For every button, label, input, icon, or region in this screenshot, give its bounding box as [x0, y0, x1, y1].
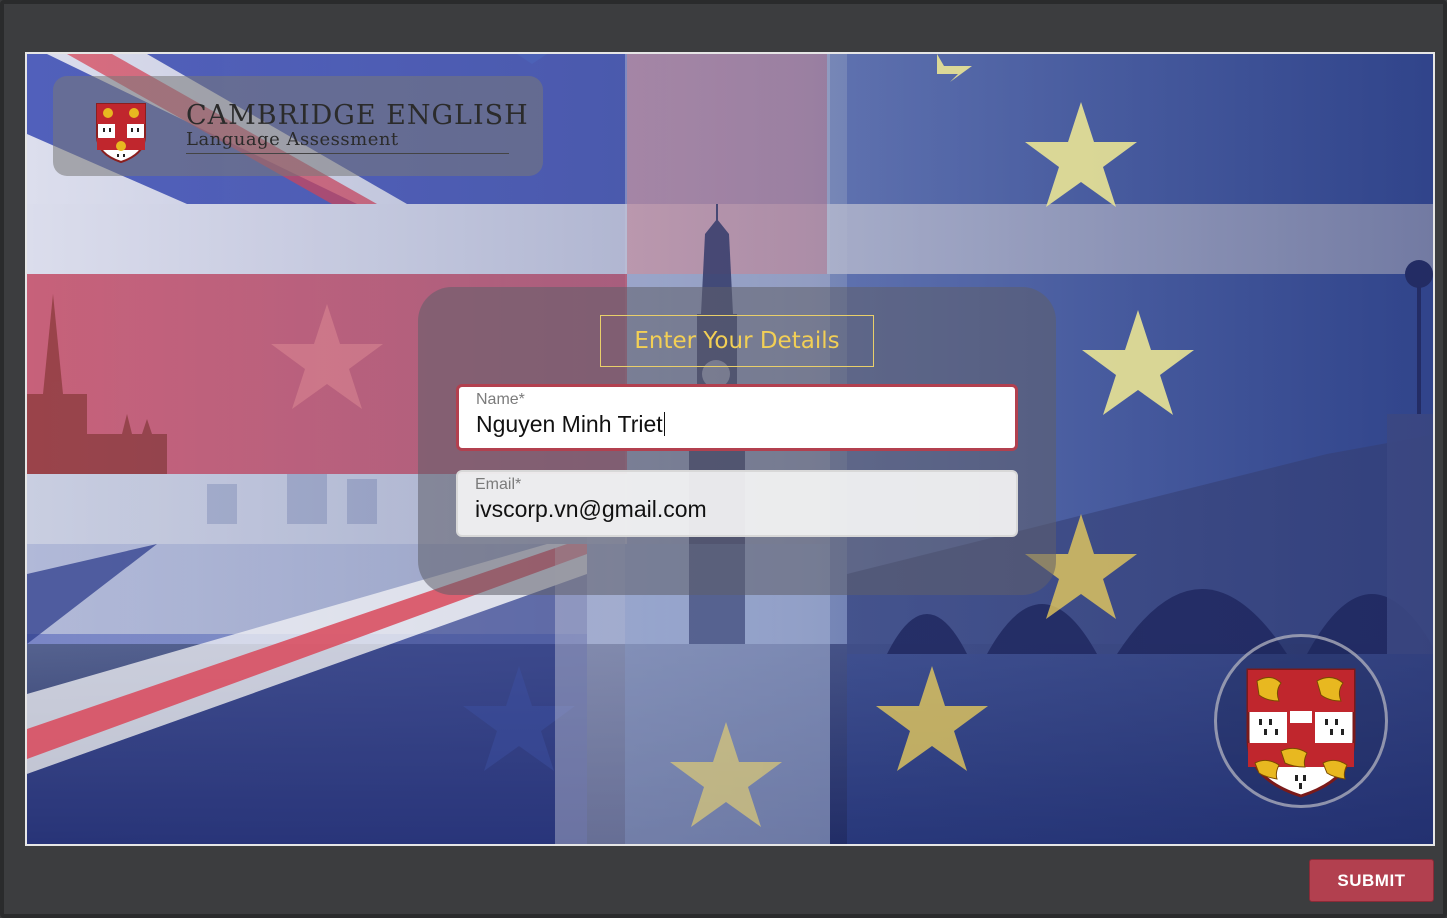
name-input-value: Nguyen Minh Triet — [476, 411, 663, 437]
cambridge-crest-icon — [1246, 668, 1356, 798]
email-field[interactable]: Email* ivscorp.vn@gmail.com — [456, 470, 1018, 537]
background-stage: CAMBRIDGE ENGLISH Language Assessment En… — [25, 52, 1435, 846]
app-window: CAMBRIDGE ENGLISH Language Assessment En… — [0, 0, 1447, 918]
brand-divider — [186, 153, 509, 154]
submit-button[interactable]: SUBMIT — [1309, 859, 1434, 902]
details-form: Enter Your Details Name* Nguyen Minh Tri… — [418, 287, 1056, 595]
form-title: Enter Your Details — [600, 315, 874, 367]
brand-title: CAMBRIDGE ENGLISH — [186, 100, 529, 131]
email-input[interactable]: ivscorp.vn@gmail.com — [475, 496, 1006, 523]
logo-panel: CAMBRIDGE ENGLISH Language Assessment — [53, 76, 543, 176]
name-field-label: Name* — [476, 391, 525, 408]
crest-badge — [1214, 634, 1388, 808]
cambridge-shield-icon — [96, 103, 146, 164]
brand-subtitle: Language Assessment — [186, 129, 399, 150]
text-caret — [663, 412, 665, 436]
name-input[interactable]: Nguyen Minh Triet — [476, 411, 1005, 438]
email-field-label: Email* — [475, 476, 522, 493]
name-field[interactable]: Name* Nguyen Minh Triet — [456, 384, 1018, 451]
